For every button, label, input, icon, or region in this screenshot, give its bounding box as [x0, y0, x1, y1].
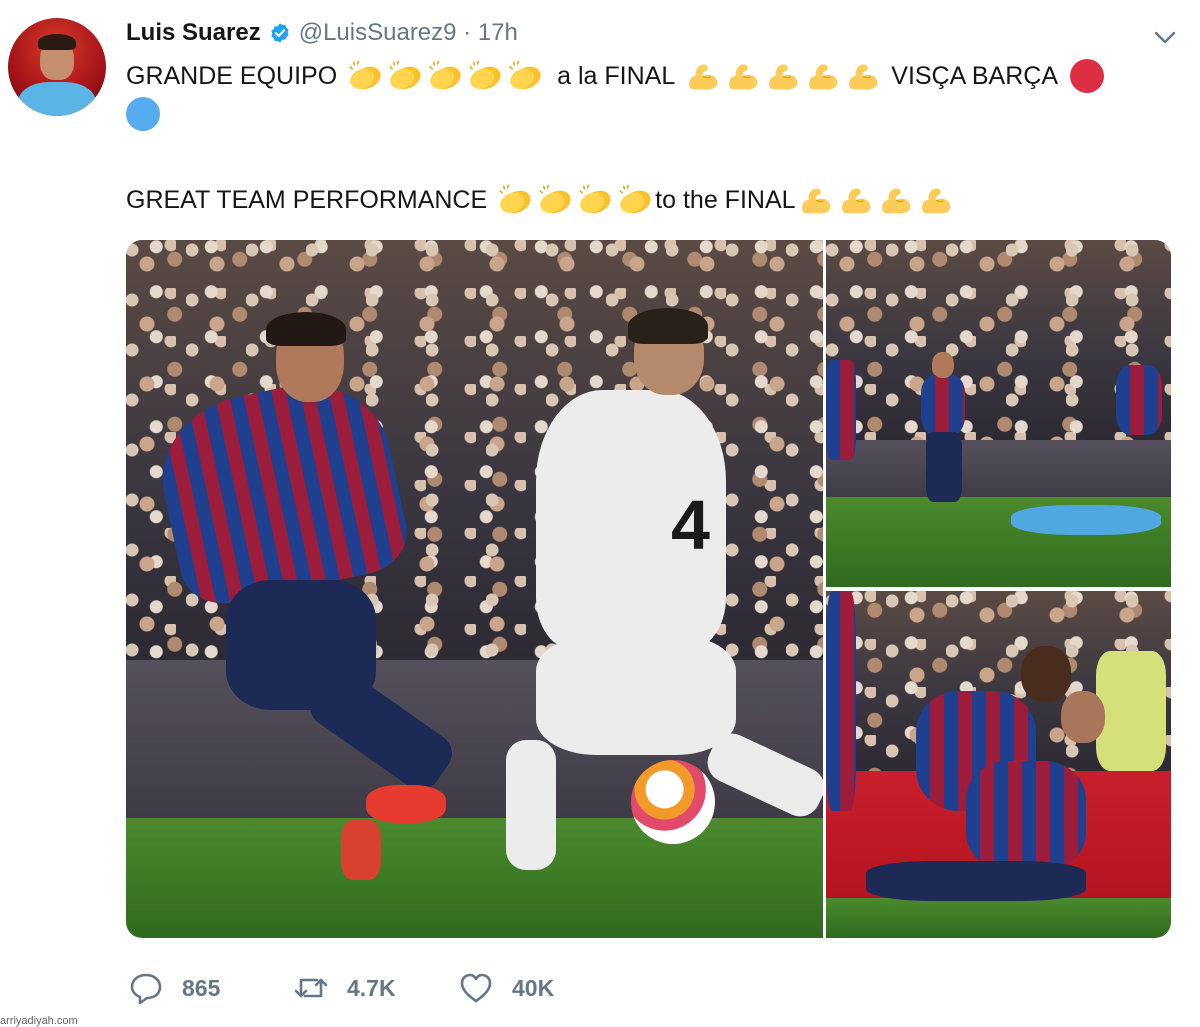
tweet-header: Luis Suarez @LuisSuarez9 · 17h — [126, 16, 518, 50]
flexed-biceps-icon — [809, 64, 838, 90]
photo-bottom-right[interactable] — [826, 591, 1171, 938]
tweet-text-to-the-final: to the FINAL — [655, 185, 796, 214]
photo-barca-player-boot — [366, 785, 446, 823]
muscle-emoji-group-2 — [796, 182, 956, 218]
avatar-hair — [38, 34, 76, 50]
like-button[interactable]: 40K — [458, 970, 623, 1006]
muscle-emoji-group — [683, 58, 883, 94]
photo-top-right[interactable] — [826, 240, 1171, 587]
photo-barca-player-2 — [1116, 365, 1162, 435]
retweet-count: 4.7K — [347, 974, 396, 1001]
photo-barca-player — [921, 375, 965, 435]
photo-madrid-player-shorts — [536, 635, 736, 755]
tweet-card: Luis Suarez @LuisSuarez9 · 17h GRANDE EQ… — [0, 0, 1200, 1027]
avatar-shirt — [18, 82, 96, 116]
tweet-text-a-la-final: a la FINAL — [557, 61, 676, 90]
flexed-biceps-icon — [849, 64, 878, 90]
photo-ball — [631, 760, 715, 844]
photo-steward — [1096, 651, 1166, 771]
tweet-text-visca-barca: VISÇA BARÇA — [891, 61, 1058, 90]
tweet-text-great-team: GREAT TEAM PERFORMANCE — [126, 185, 488, 214]
retweet-icon — [294, 978, 328, 998]
photo-madrid-player-number: 4 — [671, 486, 710, 564]
tweet-timestamp[interactable]: 17h — [478, 19, 518, 47]
flexed-biceps-icon — [881, 188, 910, 214]
clapping-hands-icon — [429, 60, 461, 90]
source-watermark: arriyadiyah.com — [0, 1015, 78, 1027]
clap-emoji-group — [345, 58, 545, 94]
photo-barca-player-boot-back — [341, 820, 381, 880]
clapping-hands-icon — [349, 60, 381, 90]
flexed-biceps-icon — [689, 64, 718, 90]
flexed-biceps-icon — [729, 64, 758, 90]
clapping-hands-icon — [579, 184, 611, 214]
tweet-text-line-2: GREAT TEAM PERFORMANCE to the FINAL — [126, 180, 956, 220]
flexed-biceps-icon — [801, 188, 830, 214]
photo-barca-player-head — [932, 352, 954, 378]
photo-main[interactable]: 4 — [126, 240, 823, 938]
photo-pitch — [126, 818, 823, 938]
photo-madrid-player-leg — [506, 740, 556, 870]
tweet-text-grande-equipo: GRANDE EQUIPO — [126, 61, 338, 90]
tweet-text-line-1-wrap — [126, 96, 160, 132]
photo-pitch — [826, 898, 1171, 938]
photo-barca-player-head — [1021, 646, 1071, 702]
tweet-actions: 865 4.7K 40K — [128, 968, 623, 1008]
author-handle[interactable]: @LuisSuarez9 — [299, 19, 457, 47]
chevron-down-icon[interactable] — [1150, 22, 1180, 52]
flexed-biceps-icon — [921, 188, 950, 214]
clapping-hands-icon — [509, 60, 541, 90]
media-grid: 4 — [126, 240, 1171, 938]
photo-barca-player-3 — [826, 360, 856, 460]
time-separator: · — [456, 19, 478, 46]
clapping-hands-icon — [539, 184, 571, 214]
photo-madrid-player-hair — [628, 308, 708, 344]
photo-barca-player-legs — [866, 861, 1086, 901]
reply-count: 865 — [182, 974, 221, 1001]
clapping-hands-icon — [469, 60, 501, 90]
clapping-hands-icon — [619, 184, 651, 214]
blue-circle-icon — [126, 97, 160, 131]
photo-barca-player-legs — [926, 432, 962, 502]
like-count: 40K — [512, 974, 555, 1001]
heart-icon — [460, 973, 492, 1003]
reply-icon — [130, 973, 162, 1005]
photo-barca-player-kneeling — [966, 761, 1086, 871]
retweet-button[interactable]: 4.7K — [293, 970, 458, 1006]
clapping-hands-icon — [389, 60, 421, 90]
reply-button[interactable]: 865 — [128, 970, 293, 1006]
tweet-text-line-1: GRANDE EQUIPO a la FINAL VISÇA BARÇA — [126, 56, 1104, 96]
photo-barca-player-hair — [266, 312, 346, 346]
clap-emoji-group-2 — [495, 182, 655, 218]
photo-barca-player-edge — [826, 591, 856, 811]
flexed-biceps-icon — [841, 188, 870, 214]
photo-advertising-board — [826, 440, 1171, 500]
clapping-hands-icon — [499, 184, 531, 214]
avatar[interactable] — [8, 18, 106, 116]
photo-barca-player-head-2 — [1061, 691, 1105, 743]
red-circle-icon — [1070, 59, 1104, 93]
photo-goalkeeper — [1011, 505, 1161, 535]
verified-badge-icon — [269, 22, 291, 44]
author-name[interactable]: Luis Suarez — [126, 19, 261, 47]
flexed-biceps-icon — [769, 64, 798, 90]
